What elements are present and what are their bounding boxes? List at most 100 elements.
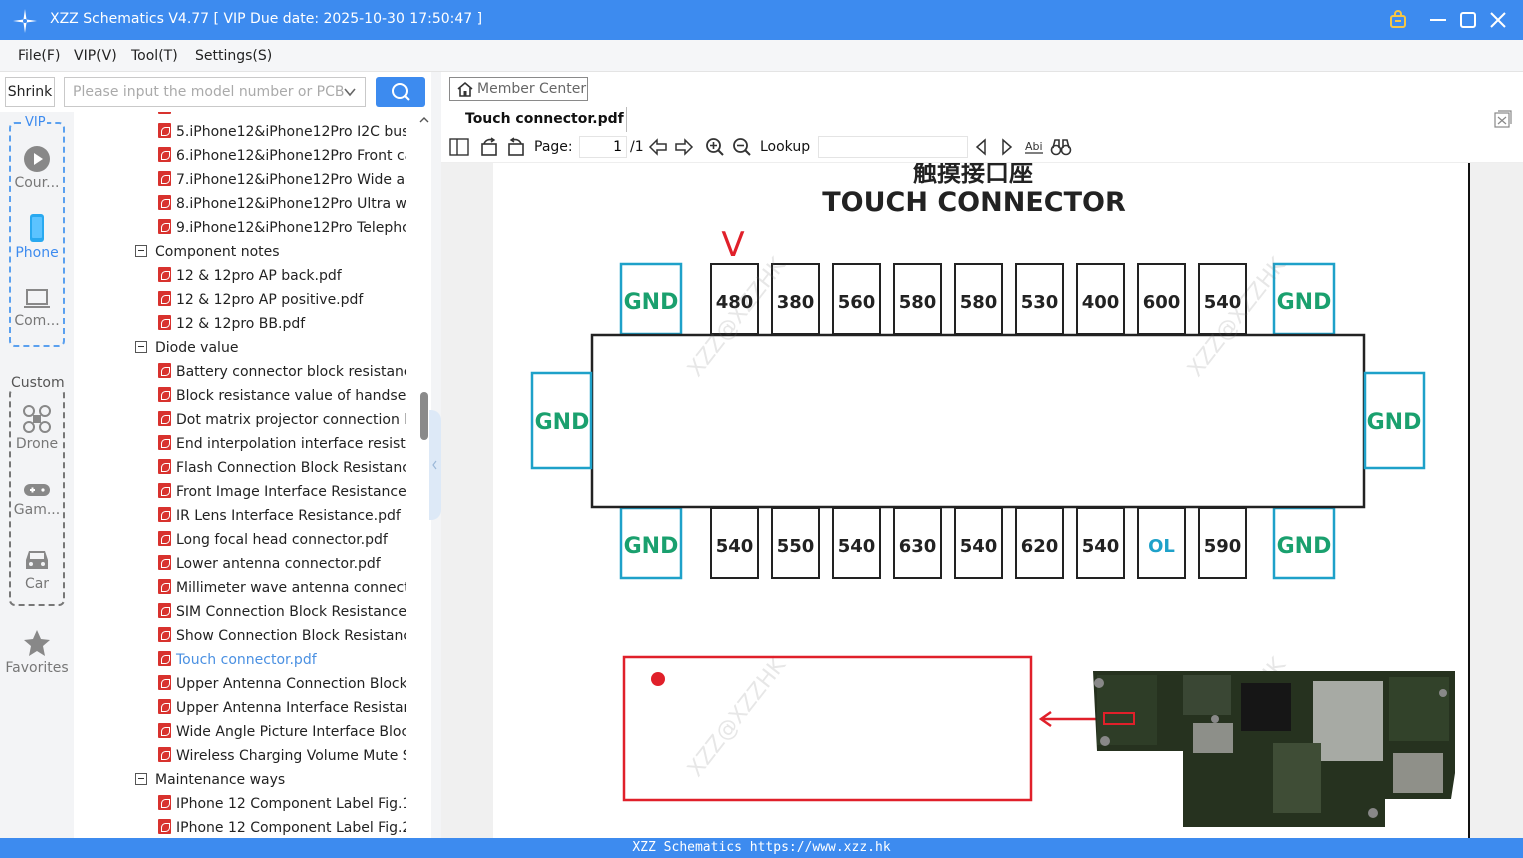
tab-touch-connector[interactable]: Touch connector.pdf xyxy=(449,107,627,132)
tree-file[interactable]: 5.iPhone12&iPhone12Pro I2C bus xyxy=(158,120,406,144)
pdf-file-icon xyxy=(158,675,171,690)
close-tab-icon[interactable] xyxy=(1494,110,1512,128)
tree-file[interactable]: SIM Connection Block Resistance V xyxy=(158,600,406,624)
tree-scroll-thumb[interactable] xyxy=(420,392,428,440)
tree-file[interactable]: Flash Connection Block Resistance xyxy=(158,456,406,480)
rail-item-phone[interactable]: Phone xyxy=(0,213,74,261)
tree-file[interactable]: IR Lens Interface Resistance.pdf xyxy=(158,504,406,528)
pdf-file-icon xyxy=(158,651,171,666)
tree-file[interactable]: Upper Antenna Connection Block xyxy=(158,672,406,696)
sidebar-toggle-icon[interactable] xyxy=(449,138,469,156)
scroll-up-icon[interactable] xyxy=(418,114,430,126)
rotate-left-icon[interactable] xyxy=(479,137,499,157)
menu-tool[interactable]: Tool(T) xyxy=(131,48,178,64)
chevron-down-icon[interactable] xyxy=(343,85,357,99)
tree-file[interactable]: 12 & 12pro AP positive.pdf xyxy=(158,288,406,312)
tree-file[interactable]: Upper Antenna Interface Resistanc xyxy=(158,696,406,720)
tree-row-label: 4.iPhone12&iPhone12Pro Hard di xyxy=(176,112,406,116)
member-center-button[interactable]: Member Center xyxy=(449,77,588,101)
tree-file[interactable]: 7.iPhone12&iPhone12Pro Wide ar xyxy=(158,168,406,192)
tree-file[interactable]: Long focal head connector.pdf xyxy=(158,528,406,552)
page-label: Page: xyxy=(534,139,573,155)
find-next-icon[interactable] xyxy=(999,138,1015,156)
tree-file[interactable]: Wireless Charging Volume Mute St xyxy=(158,744,406,768)
tree-file[interactable]: Front Image Interface Resistance.p xyxy=(158,480,406,504)
shrink-button[interactable]: Shrink xyxy=(5,77,55,107)
tree-file[interactable]: 12 & 12pro BB.pdf xyxy=(158,312,406,336)
tree-folder[interactable]: Maintenance ways xyxy=(135,768,415,792)
connector-pin: 540 xyxy=(710,507,759,579)
tree-file[interactable]: Lower antenna connector.pdf xyxy=(158,552,406,576)
tree-file[interactable]: Battery connector block resistance xyxy=(158,360,406,384)
minimize-icon[interactable] xyxy=(1426,8,1450,32)
pin-value: 540 xyxy=(1082,536,1120,557)
vip-bag-icon[interactable] xyxy=(1386,8,1410,32)
pdf-file-icon xyxy=(158,555,171,570)
maximize-icon[interactable] xyxy=(1456,8,1480,32)
tree-file[interactable]: Wide Angle Picture Interface Block xyxy=(158,720,406,744)
tree-file[interactable]: 9.iPhone12&iPhone12Pro Telephc xyxy=(158,216,406,240)
tree-file[interactable]: 12 & 12pro AP back.pdf xyxy=(158,264,406,288)
tree-row-label: 6.iPhone12&iPhone12Pro Front ca xyxy=(176,148,406,164)
title-bar: XZZ Schematics V4.77 [ VIP Due date: 202… xyxy=(0,0,1523,40)
menu-settings[interactable]: Settings(S) xyxy=(195,48,272,64)
rail-item-car[interactable]: Car xyxy=(0,546,74,592)
zoom-in-icon[interactable] xyxy=(705,137,725,157)
rail-item-label: Drone xyxy=(15,436,59,452)
rail-item-course[interactable]: Cour... xyxy=(0,145,74,191)
menu-bar: File(F) VIP(V) Tool(T) Settings(S) xyxy=(0,40,1523,72)
play-icon xyxy=(24,146,50,172)
tree-folder[interactable]: Diode value xyxy=(135,336,415,360)
pin-value: 540 xyxy=(716,536,754,557)
pdf-file-icon xyxy=(158,435,171,450)
tree-row-label: Flash Connection Block Resistance xyxy=(176,460,406,476)
match-case-icon[interactable]: Abi xyxy=(1024,138,1044,156)
search-input[interactable]: Please input the model number or PCB xyxy=(64,77,366,107)
tree-folder[interactable]: Component notes xyxy=(135,240,415,264)
prev-page-icon[interactable] xyxy=(648,138,668,156)
lookup-input[interactable] xyxy=(818,136,968,158)
app-logo-icon xyxy=(13,9,37,33)
tree-file[interactable]: 4.iPhone12&iPhone12Pro Hard di xyxy=(158,112,406,120)
tree-file[interactable]: IPhone 12 Component Label Fig.2. xyxy=(158,816,406,838)
menu-vip[interactable]: VIP(V) xyxy=(74,48,117,64)
rotate-right-icon[interactable] xyxy=(506,137,526,157)
tree-file[interactable]: Show Connection Block Resistance xyxy=(158,624,406,648)
menu-file[interactable]: File(F) xyxy=(18,48,60,64)
collapse-icon[interactable] xyxy=(135,773,147,785)
rail-item-favorites[interactable]: Favorites xyxy=(0,628,74,676)
collapse-icon[interactable] xyxy=(135,245,147,257)
tree-file[interactable]: Millimeter wave antenna connecto xyxy=(158,576,406,600)
close-icon[interactable] xyxy=(1486,8,1510,32)
tree-file[interactable]: 8.iPhone12&iPhone12Pro Ultra wi xyxy=(158,192,406,216)
rail-item-label: Gam... xyxy=(13,502,61,518)
pdf-file-icon xyxy=(158,195,171,210)
drone-icon xyxy=(23,405,51,433)
rail-item-drone[interactable]: Drone xyxy=(0,404,74,452)
tree-file[interactable]: Block resistance value of handset a xyxy=(158,384,406,408)
tree-row-label: Touch connector.pdf xyxy=(176,652,317,668)
find-prev-icon[interactable] xyxy=(973,138,989,156)
pdf-file-icon xyxy=(158,507,171,522)
zoom-out-icon[interactable] xyxy=(732,137,752,157)
rail-item-computer[interactable]: Com... xyxy=(0,287,74,329)
gnd-right-side: GND xyxy=(1363,371,1426,470)
rail-item-game[interactable]: Gam... xyxy=(0,480,74,518)
svg-text:Abi: Abi xyxy=(1025,140,1043,153)
tree-file[interactable]: End interpolation interface resistar xyxy=(158,432,406,456)
next-page-icon[interactable] xyxy=(674,138,694,156)
rail-item-label: Com... xyxy=(14,313,60,329)
tree-file[interactable]: Touch connector.pdf xyxy=(158,648,406,672)
tree-file[interactable]: 6.iPhone12&iPhone12Pro Front ca xyxy=(158,144,406,168)
tree-file[interactable]: IPhone 12 Component Label Fig.1. xyxy=(158,792,406,816)
collapse-icon[interactable] xyxy=(135,341,147,353)
connector-pin: 560 xyxy=(832,263,881,335)
collapse-panel-handle[interactable] xyxy=(429,410,441,520)
search-button[interactable] xyxy=(376,77,425,107)
pdf-file-icon xyxy=(158,819,171,834)
connector-pin: OL xyxy=(1137,507,1186,579)
pdf-file-icon xyxy=(158,747,171,762)
binoculars-icon[interactable] xyxy=(1050,137,1072,157)
tree-file[interactable]: Dot matrix projector connection ba xyxy=(158,408,406,432)
page-number-input[interactable]: 1 xyxy=(579,136,627,158)
